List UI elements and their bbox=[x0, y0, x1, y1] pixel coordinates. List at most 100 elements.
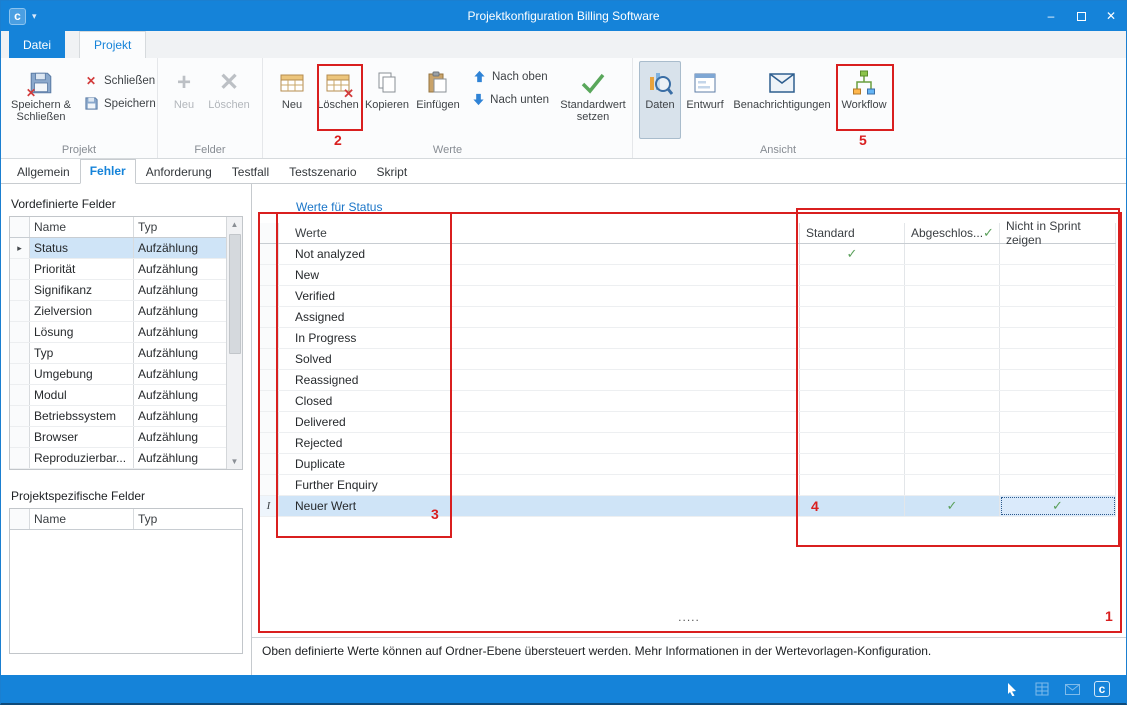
daten-button[interactable]: Daten bbox=[639, 61, 681, 139]
value-row[interactable]: Further Enquiry bbox=[259, 475, 1116, 496]
table-row[interactable]: Betriebssystem Aufzählung bbox=[10, 406, 226, 427]
value-cell[interactable]: Verified bbox=[279, 286, 800, 306]
field-type-cell[interactable]: Aufzählung bbox=[134, 427, 226, 447]
entwurf-button[interactable]: Entwurf bbox=[681, 61, 729, 139]
value-row[interactable]: Duplicate bbox=[259, 454, 1116, 475]
maximize-button[interactable] bbox=[1066, 1, 1096, 31]
check-cell[interactable] bbox=[800, 454, 905, 474]
check-cell[interactable] bbox=[1000, 328, 1116, 348]
einfuegen-button[interactable]: Einfügen bbox=[413, 61, 463, 139]
field-name-cell[interactable]: Priorität bbox=[30, 259, 134, 279]
ribbon-tab-datei[interactable]: Datei bbox=[9, 31, 65, 58]
field-type-cell[interactable]: Aufzählung bbox=[134, 448, 226, 468]
value-row[interactable]: Closed bbox=[259, 391, 1116, 412]
value-cell[interactable]: New bbox=[279, 265, 800, 285]
check-cell[interactable]: ✓ bbox=[800, 244, 905, 264]
logo-icon[interactable]: c bbox=[1094, 681, 1110, 697]
ribbon-tab-projekt[interactable]: Projekt bbox=[79, 31, 146, 58]
minimize-button[interactable]: – bbox=[1036, 1, 1066, 31]
check-cell[interactable] bbox=[800, 475, 905, 495]
column-header-name[interactable]: Name bbox=[30, 509, 134, 529]
field-name-cell[interactable]: Modul bbox=[30, 385, 134, 405]
value-row[interactable]: Assigned bbox=[259, 307, 1116, 328]
check-cell[interactable] bbox=[800, 433, 905, 453]
value-row[interactable]: Reassigned bbox=[259, 370, 1116, 391]
column-header-typ[interactable]: Typ bbox=[134, 217, 226, 237]
check-cell[interactable] bbox=[1000, 244, 1116, 264]
save-button[interactable]: Speichern bbox=[79, 92, 160, 115]
nach-unten-button[interactable]: Nach unten bbox=[467, 88, 553, 111]
field-type-cell[interactable]: Aufzählung bbox=[134, 280, 226, 300]
check-cell[interactable] bbox=[800, 307, 905, 327]
table-row[interactable]: Modul Aufzählung bbox=[10, 385, 226, 406]
field-name-cell[interactable]: Lösung bbox=[30, 322, 134, 342]
value-row[interactable]: New bbox=[259, 265, 1116, 286]
workflow-button[interactable]: Workflow bbox=[835, 61, 893, 139]
field-name-cell[interactable]: Zielversion bbox=[30, 301, 134, 321]
benachrichtigungen-button[interactable]: Benachrichtigungen bbox=[729, 61, 835, 139]
field-type-cell[interactable]: Aufzählung bbox=[134, 259, 226, 279]
check-cell[interactable] bbox=[1000, 454, 1116, 474]
standardwert-setzen-button[interactable]: Standardwert setzen bbox=[553, 61, 633, 139]
check-cell[interactable]: ✓ bbox=[1000, 496, 1116, 516]
column-header-name[interactable]: Name bbox=[30, 217, 134, 237]
field-name-cell[interactable]: Signifikanz bbox=[30, 280, 134, 300]
field-type-cell[interactable]: Aufzählung bbox=[134, 406, 226, 426]
tab-allgemein[interactable]: Allgemein bbox=[7, 160, 80, 184]
table-row[interactable]: Typ Aufzählung bbox=[10, 343, 226, 364]
value-cell[interactable]: Not analyzed bbox=[279, 244, 800, 264]
tab-fehler[interactable]: Fehler bbox=[80, 159, 136, 184]
table-row[interactable]: Priorität Aufzählung bbox=[10, 259, 226, 280]
check-cell[interactable] bbox=[800, 391, 905, 411]
close-button[interactable]: ✕ Schließen bbox=[79, 69, 160, 92]
grid-icon[interactable] bbox=[1034, 681, 1050, 697]
kopieren-button[interactable]: Kopieren bbox=[361, 61, 413, 139]
werte-loeschen-button[interactable]: ✕ Löschen bbox=[315, 61, 361, 139]
value-cell[interactable]: Rejected bbox=[279, 433, 800, 453]
werte-neu-button[interactable]: Neu bbox=[269, 61, 315, 139]
table-row[interactable]: Reproduzierbar... Aufzählung bbox=[10, 448, 226, 469]
value-cell[interactable]: Reassigned bbox=[279, 370, 800, 390]
scroll-up-icon[interactable]: ▲ bbox=[227, 217, 242, 232]
close-window-button[interactable]: ✕ bbox=[1096, 1, 1126, 31]
value-row[interactable]: I Neuer Wert ✓ ✓ bbox=[259, 496, 1116, 517]
value-row[interactable]: In Progress bbox=[259, 328, 1116, 349]
check-cell[interactable] bbox=[1000, 349, 1116, 369]
check-cell[interactable] bbox=[800, 370, 905, 390]
table-row[interactable]: Lösung Aufzählung bbox=[10, 322, 226, 343]
check-cell[interactable] bbox=[1000, 307, 1116, 327]
table-row[interactable]: Zielversion Aufzählung bbox=[10, 301, 226, 322]
app-logo-icon[interactable]: c bbox=[9, 8, 26, 25]
check-cell[interactable]: ✓ bbox=[905, 496, 1000, 516]
table-row[interactable]: ▸ Status Aufzählung bbox=[10, 238, 226, 259]
value-row[interactable]: Verified bbox=[259, 286, 1116, 307]
value-cell[interactable]: Further Enquiry bbox=[279, 475, 800, 495]
check-cell[interactable] bbox=[800, 328, 905, 348]
table-row[interactable]: Browser Aufzählung bbox=[10, 427, 226, 448]
scrollbar-thumb[interactable] bbox=[229, 234, 241, 354]
field-name-cell[interactable]: Browser bbox=[30, 427, 134, 447]
field-name-cell[interactable]: Betriebssystem bbox=[30, 406, 134, 426]
field-type-cell[interactable]: Aufzählung bbox=[134, 364, 226, 384]
check-cell[interactable] bbox=[905, 412, 1000, 432]
scrollbar[interactable]: ▲ ▼ bbox=[226, 217, 242, 469]
tab-skript[interactable]: Skript bbox=[367, 160, 418, 184]
value-cell[interactable]: In Progress bbox=[279, 328, 800, 348]
value-cell[interactable]: Assigned bbox=[279, 307, 800, 327]
field-type-cell[interactable]: Aufzählung bbox=[134, 238, 226, 258]
column-header-abgeschlossen[interactable]: Abgeschlos... ✓ bbox=[905, 223, 1000, 243]
check-cell[interactable] bbox=[905, 370, 1000, 390]
check-cell[interactable] bbox=[1000, 265, 1116, 285]
tab-testfall[interactable]: Testfall bbox=[222, 160, 279, 184]
check-cell[interactable] bbox=[1000, 391, 1116, 411]
value-cell[interactable]: Closed bbox=[279, 391, 800, 411]
check-cell[interactable] bbox=[800, 349, 905, 369]
field-name-cell[interactable]: Typ bbox=[30, 343, 134, 363]
value-row[interactable]: Delivered bbox=[259, 412, 1116, 433]
check-cell[interactable] bbox=[905, 454, 1000, 474]
check-cell[interactable] bbox=[905, 286, 1000, 306]
value-row[interactable]: Not analyzed ✓ bbox=[259, 244, 1116, 265]
value-cell[interactable]: Delivered bbox=[279, 412, 800, 432]
check-cell[interactable] bbox=[1000, 286, 1116, 306]
pointer-icon[interactable] bbox=[1004, 681, 1020, 697]
